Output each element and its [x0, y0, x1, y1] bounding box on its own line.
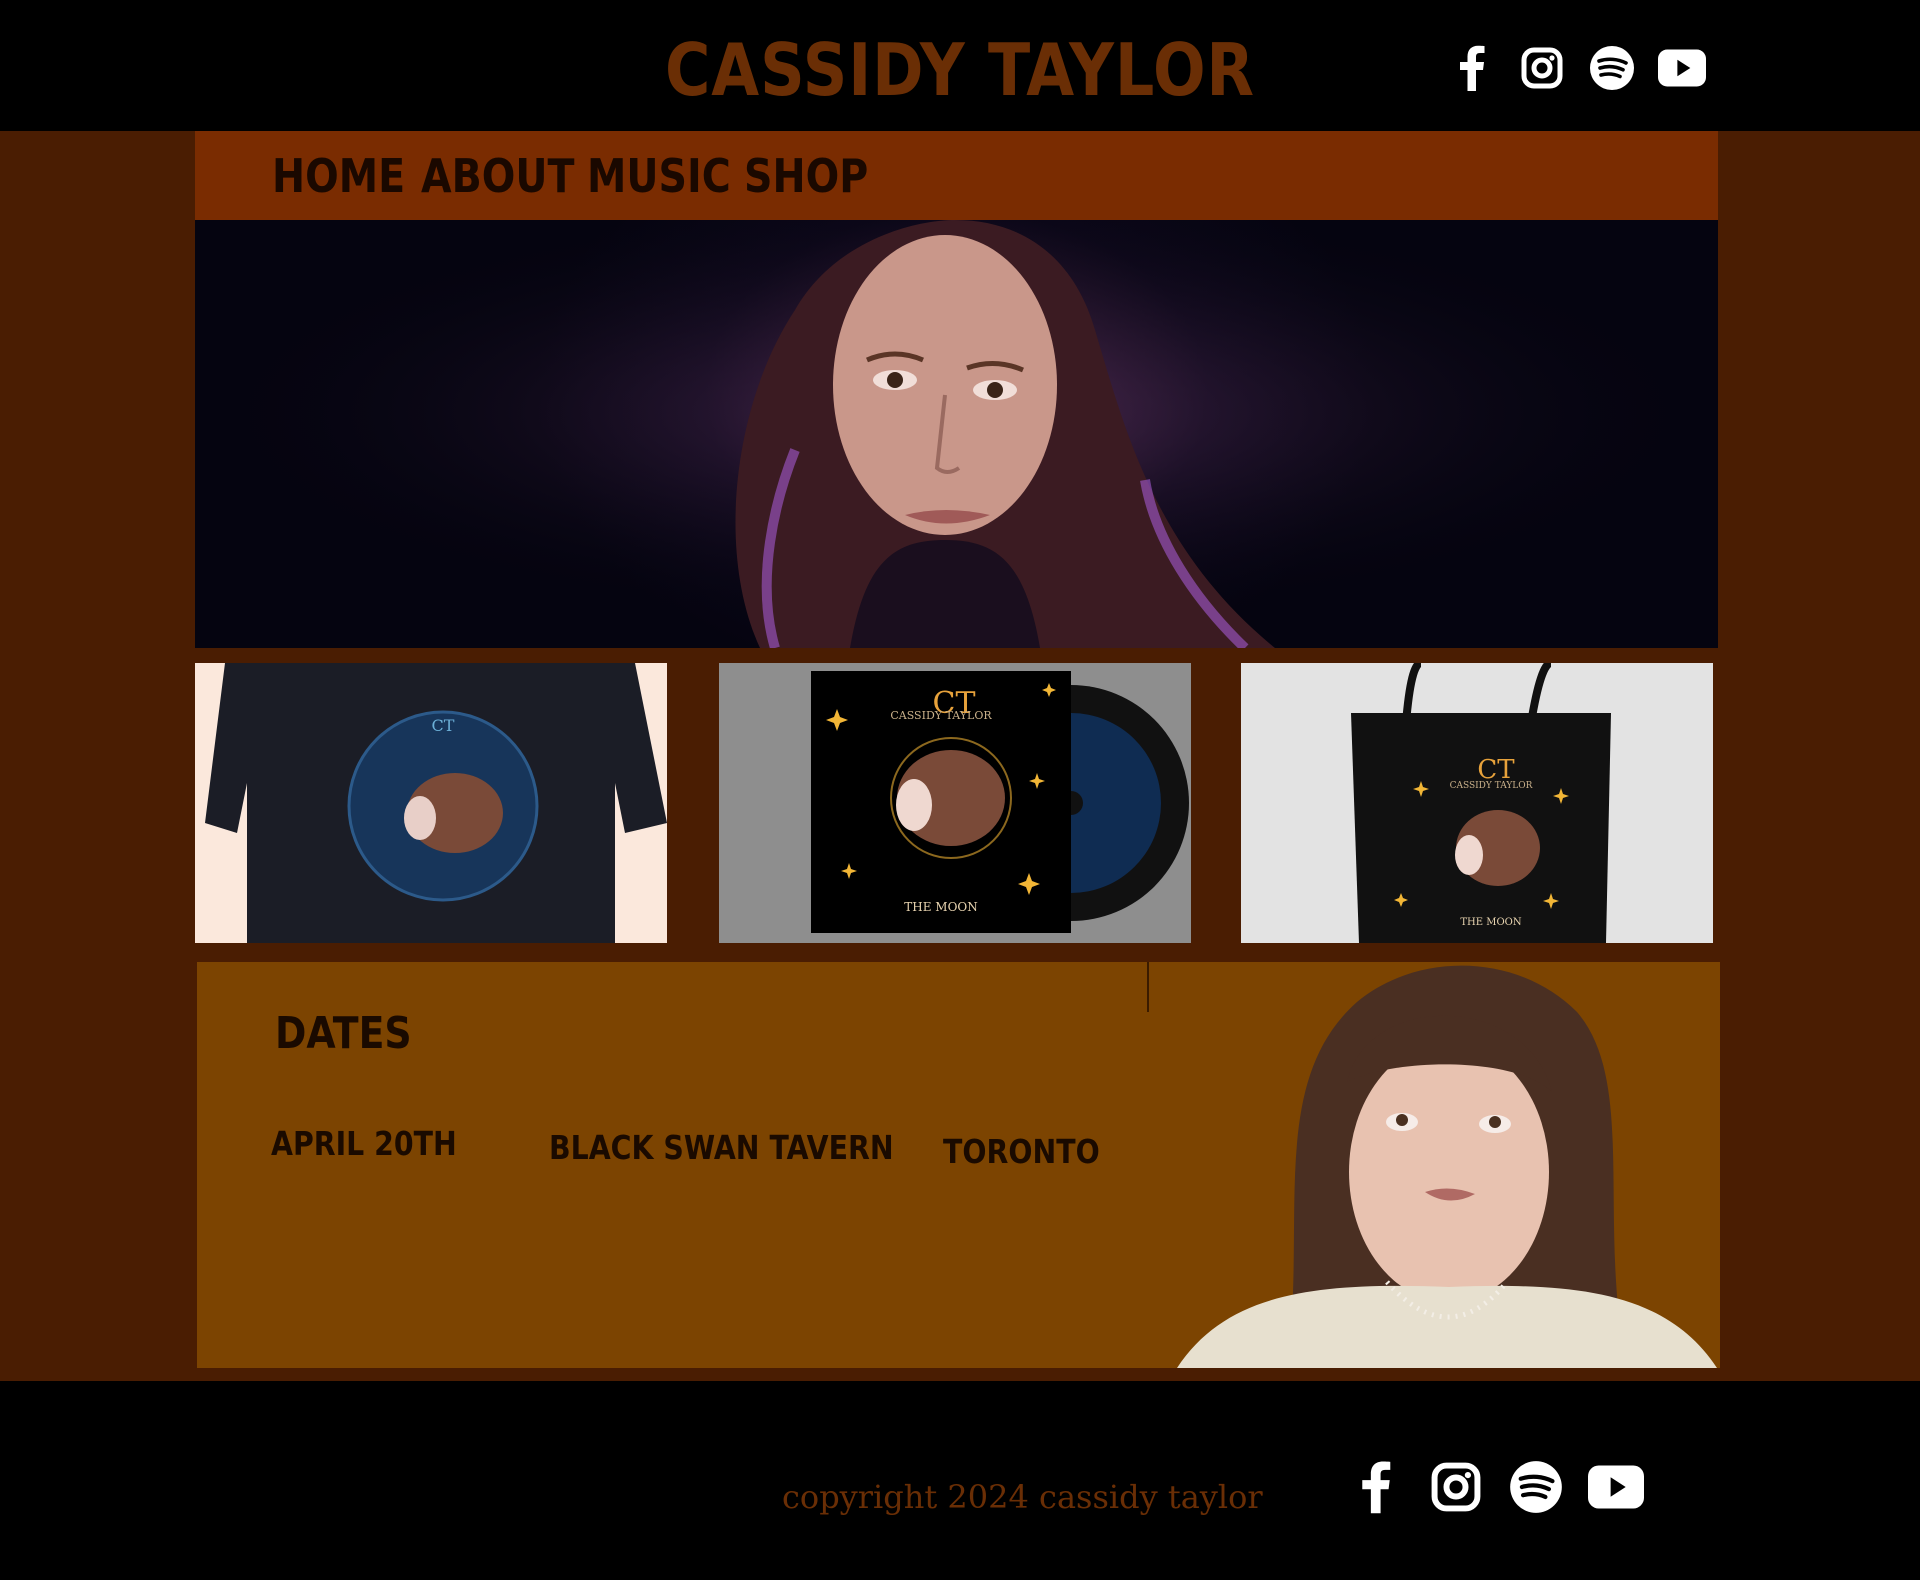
album-brand: CASSIDY TAYLOR	[890, 709, 992, 722]
social-links-top	[1448, 42, 1706, 94]
tote-brand: CASSIDY TAYLOR	[1450, 781, 1533, 791]
divider	[1147, 962, 1149, 1012]
album-title: THE MOON	[904, 900, 978, 914]
event-city: TORONTO	[943, 1132, 1100, 1171]
tshirt-image: CT	[195, 663, 667, 943]
tour-dates-section: DATES APRIL 20TH BLACK SWAN TAVERN TORON…	[197, 962, 1720, 1368]
facebook-icon[interactable]	[1448, 42, 1496, 94]
instagram-icon[interactable]	[1518, 42, 1566, 94]
event-date: APRIL 20TH	[271, 1124, 457, 1163]
hero-image	[195, 220, 1718, 648]
product-album[interactable]: CT CASSIDY TAYLOR THE MOON	[719, 663, 1191, 943]
tshirt-brand: CT	[432, 716, 455, 735]
spotify-icon[interactable]	[1508, 1456, 1564, 1518]
instagram-icon[interactable]	[1428, 1456, 1484, 1518]
top-bar: CASSIDY TAYLOR	[0, 0, 1920, 131]
social-links-footer	[1348, 1456, 1644, 1518]
nav-shop[interactable]: SHOP	[744, 149, 868, 203]
nav-home[interactable]: HOME	[272, 149, 405, 203]
event-venue: BLACK SWAN TAVERN	[549, 1128, 894, 1167]
youtube-icon[interactable]	[1658, 42, 1706, 94]
facebook-icon[interactable]	[1348, 1456, 1404, 1518]
main-nav: HOME ABOUT MUSIC SHOP	[195, 131, 1718, 220]
copyright-text: copyright 2024 cassidy taylor	[782, 1478, 1263, 1516]
tote-image: CT CASSIDY TAYLOR THE MOON	[1241, 663, 1713, 943]
spotify-icon[interactable]	[1588, 42, 1636, 94]
hero-portrait	[195, 220, 1718, 648]
tote-title: THE MOON	[1460, 917, 1522, 928]
nav-about[interactable]: ABOUT	[421, 149, 575, 203]
product-tshirt[interactable]: CT	[195, 663, 667, 943]
youtube-icon[interactable]	[1588, 1456, 1644, 1518]
nav-music[interactable]: MUSIC	[587, 149, 731, 203]
dates-title: DATES	[275, 1008, 412, 1059]
album-image: CT CASSIDY TAYLOR THE MOON	[719, 663, 1191, 943]
product-tote[interactable]: CT CASSIDY TAYLOR THE MOON	[1241, 663, 1713, 943]
artist-photo	[1177, 965, 1717, 1368]
